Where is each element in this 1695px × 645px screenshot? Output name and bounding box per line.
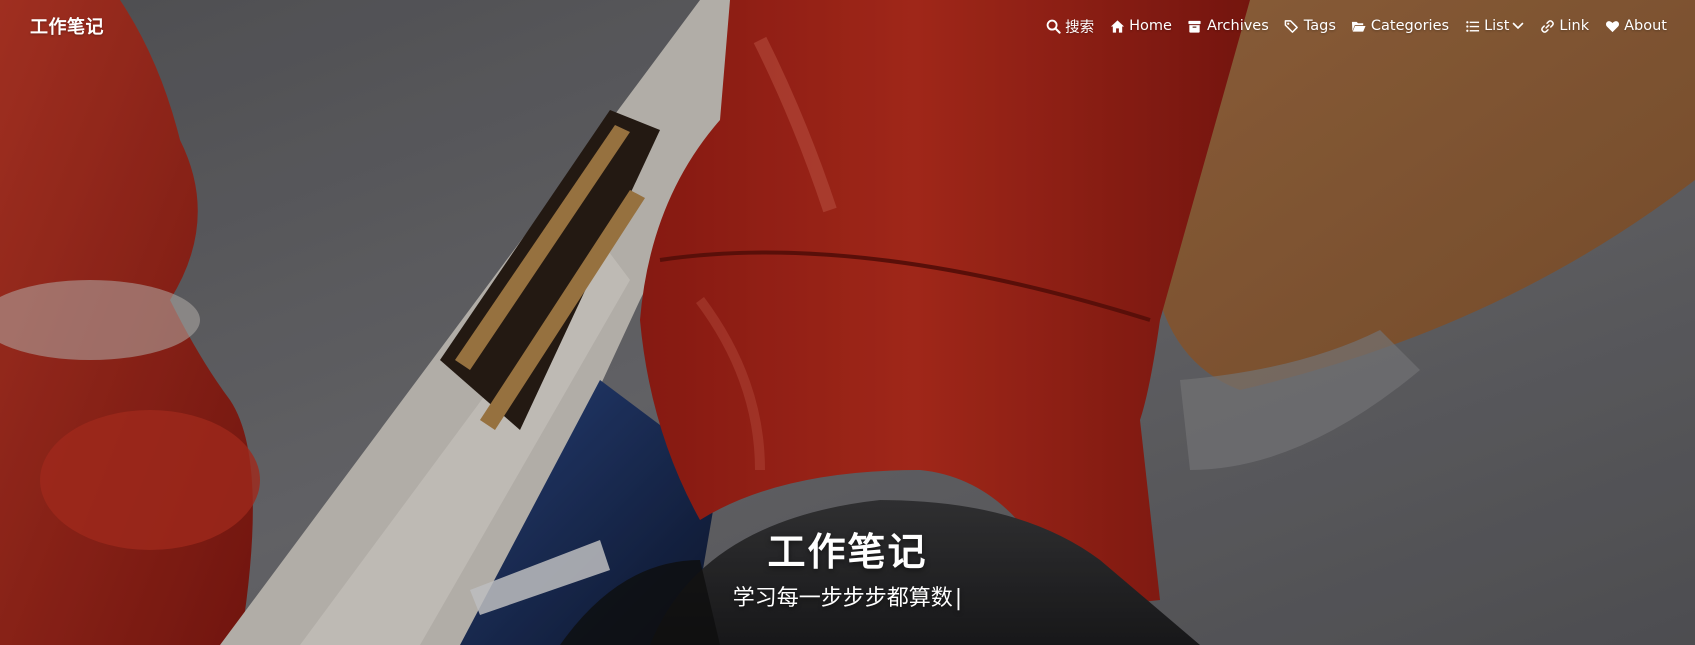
nav-item-label: Home xyxy=(1129,18,1172,34)
list-icon xyxy=(1464,18,1480,34)
nav-item-categories[interactable]: Categories xyxy=(1351,18,1449,34)
nav-item-label: Archives xyxy=(1206,18,1269,34)
home-icon xyxy=(1109,18,1125,34)
nav-item-tags[interactable]: Tags xyxy=(1284,18,1336,34)
nav-item-home[interactable]: Home xyxy=(1109,18,1172,34)
heart-icon xyxy=(1604,18,1620,34)
link-icon xyxy=(1539,18,1555,34)
site-subtitle: 学习每一步步步都算数| xyxy=(0,586,1695,612)
nav-menu: 搜索 Home Archives Tags Categories List Li… xyxy=(1030,16,1667,37)
nav-item-label: Categories xyxy=(1370,18,1450,34)
site-title: 工作笔记 xyxy=(767,530,928,574)
nav-item-label: List xyxy=(1484,18,1510,34)
nav-item-archives[interactable]: Archives xyxy=(1187,18,1269,34)
nav-item-label: Link xyxy=(1559,18,1590,34)
chevron-down-icon xyxy=(1512,20,1524,32)
hero-banner: 工作笔记 搜索 Home Archives Tags Categories Li… xyxy=(0,0,1695,645)
nav-item-search[interactable]: 搜索 xyxy=(1045,16,1094,37)
nav-item-label: 搜索 xyxy=(1065,19,1095,36)
nav-item-about[interactable]: About xyxy=(1604,18,1667,34)
search-icon xyxy=(1045,18,1061,34)
archive-icon xyxy=(1187,18,1203,34)
folder-open-icon xyxy=(1351,18,1367,34)
nav-item-list[interactable]: List xyxy=(1464,18,1524,34)
typing-cursor: | xyxy=(954,585,963,611)
site-brand[interactable]: 工作笔记 xyxy=(30,13,104,39)
hero-text-block: 工作笔记 学习每一步步步都算数| xyxy=(0,530,1695,612)
nav-item-label: About xyxy=(1624,18,1667,34)
tags-icon xyxy=(1284,18,1300,34)
nav-item-link[interactable]: Link xyxy=(1539,18,1589,34)
nav-item-label: Tags xyxy=(1303,18,1336,34)
top-navbar: 工作笔记 搜索 Home Archives Tags Categories Li… xyxy=(0,0,1695,52)
subtitle-text: 学习每一步步步都算数 xyxy=(732,585,953,611)
